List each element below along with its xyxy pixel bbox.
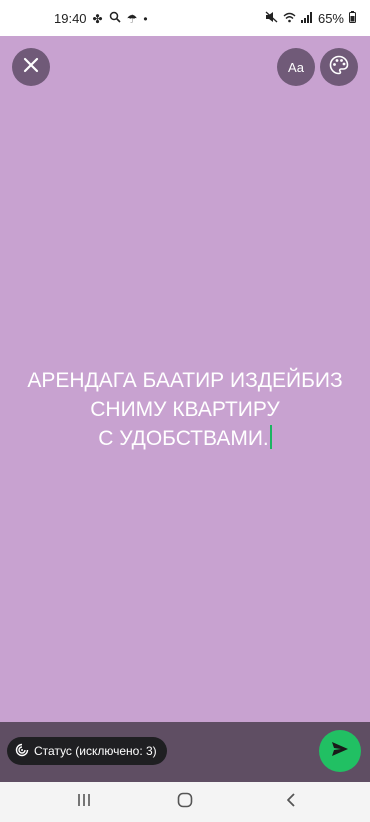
status-privacy-chip[interactable]: Статус (исключено: 3)	[7, 737, 167, 765]
search-icon	[109, 11, 121, 26]
font-label: Aa	[288, 59, 304, 75]
status-text-line-3: С УДОБСТВАМИ.	[98, 427, 269, 450]
battery-icon	[349, 11, 356, 26]
bottom-bar: Статус (исключено: 3)	[0, 722, 370, 782]
status-text-editor[interactable]: АРЕНДАГА БААТИР ИЗДЕЙБИЗ СНИМУ КВАРТИРУ …	[0, 366, 370, 453]
privacy-label: Статус (исключено: 3)	[34, 744, 157, 758]
status-text-line-1: АРЕНДАГА БААТИР ИЗДЕЙБИЗ	[27, 369, 343, 392]
send-button[interactable]	[319, 730, 361, 772]
privacy-icon	[15, 743, 29, 760]
status-left: 19:40 ✤ ☂ •	[54, 11, 148, 26]
battery-percent: 65%	[317, 11, 344, 26]
close-button[interactable]	[12, 48, 50, 86]
home-icon[interactable]	[177, 792, 193, 813]
recent-apps-icon[interactable]	[76, 792, 92, 813]
status-time: 19:40	[54, 11, 87, 26]
fan-icon: ✤	[92, 11, 103, 26]
color-palette-button[interactable]	[320, 48, 358, 86]
close-icon	[23, 57, 39, 78]
dot-icon: •	[143, 11, 148, 26]
status-right: 65%	[265, 11, 356, 26]
umbrella-icon: ☂	[126, 11, 138, 26]
back-icon[interactable]	[283, 792, 299, 813]
font-button[interactable]: Aa	[277, 48, 315, 86]
status-bar: 19:40 ✤ ☂ • 65%	[0, 0, 370, 36]
mute-icon	[265, 11, 278, 26]
palette-icon	[329, 55, 349, 80]
status-text-line-3-wrap: С УДОБСТВАМИ.	[0, 424, 370, 453]
system-nav-bar	[0, 782, 370, 822]
signal-icon	[300, 11, 313, 26]
wifi-icon	[283, 11, 296, 26]
text-cursor	[269, 425, 272, 449]
status-text-line-2: СНИМУ КВАРТИРУ	[90, 398, 280, 421]
send-icon	[331, 741, 349, 762]
